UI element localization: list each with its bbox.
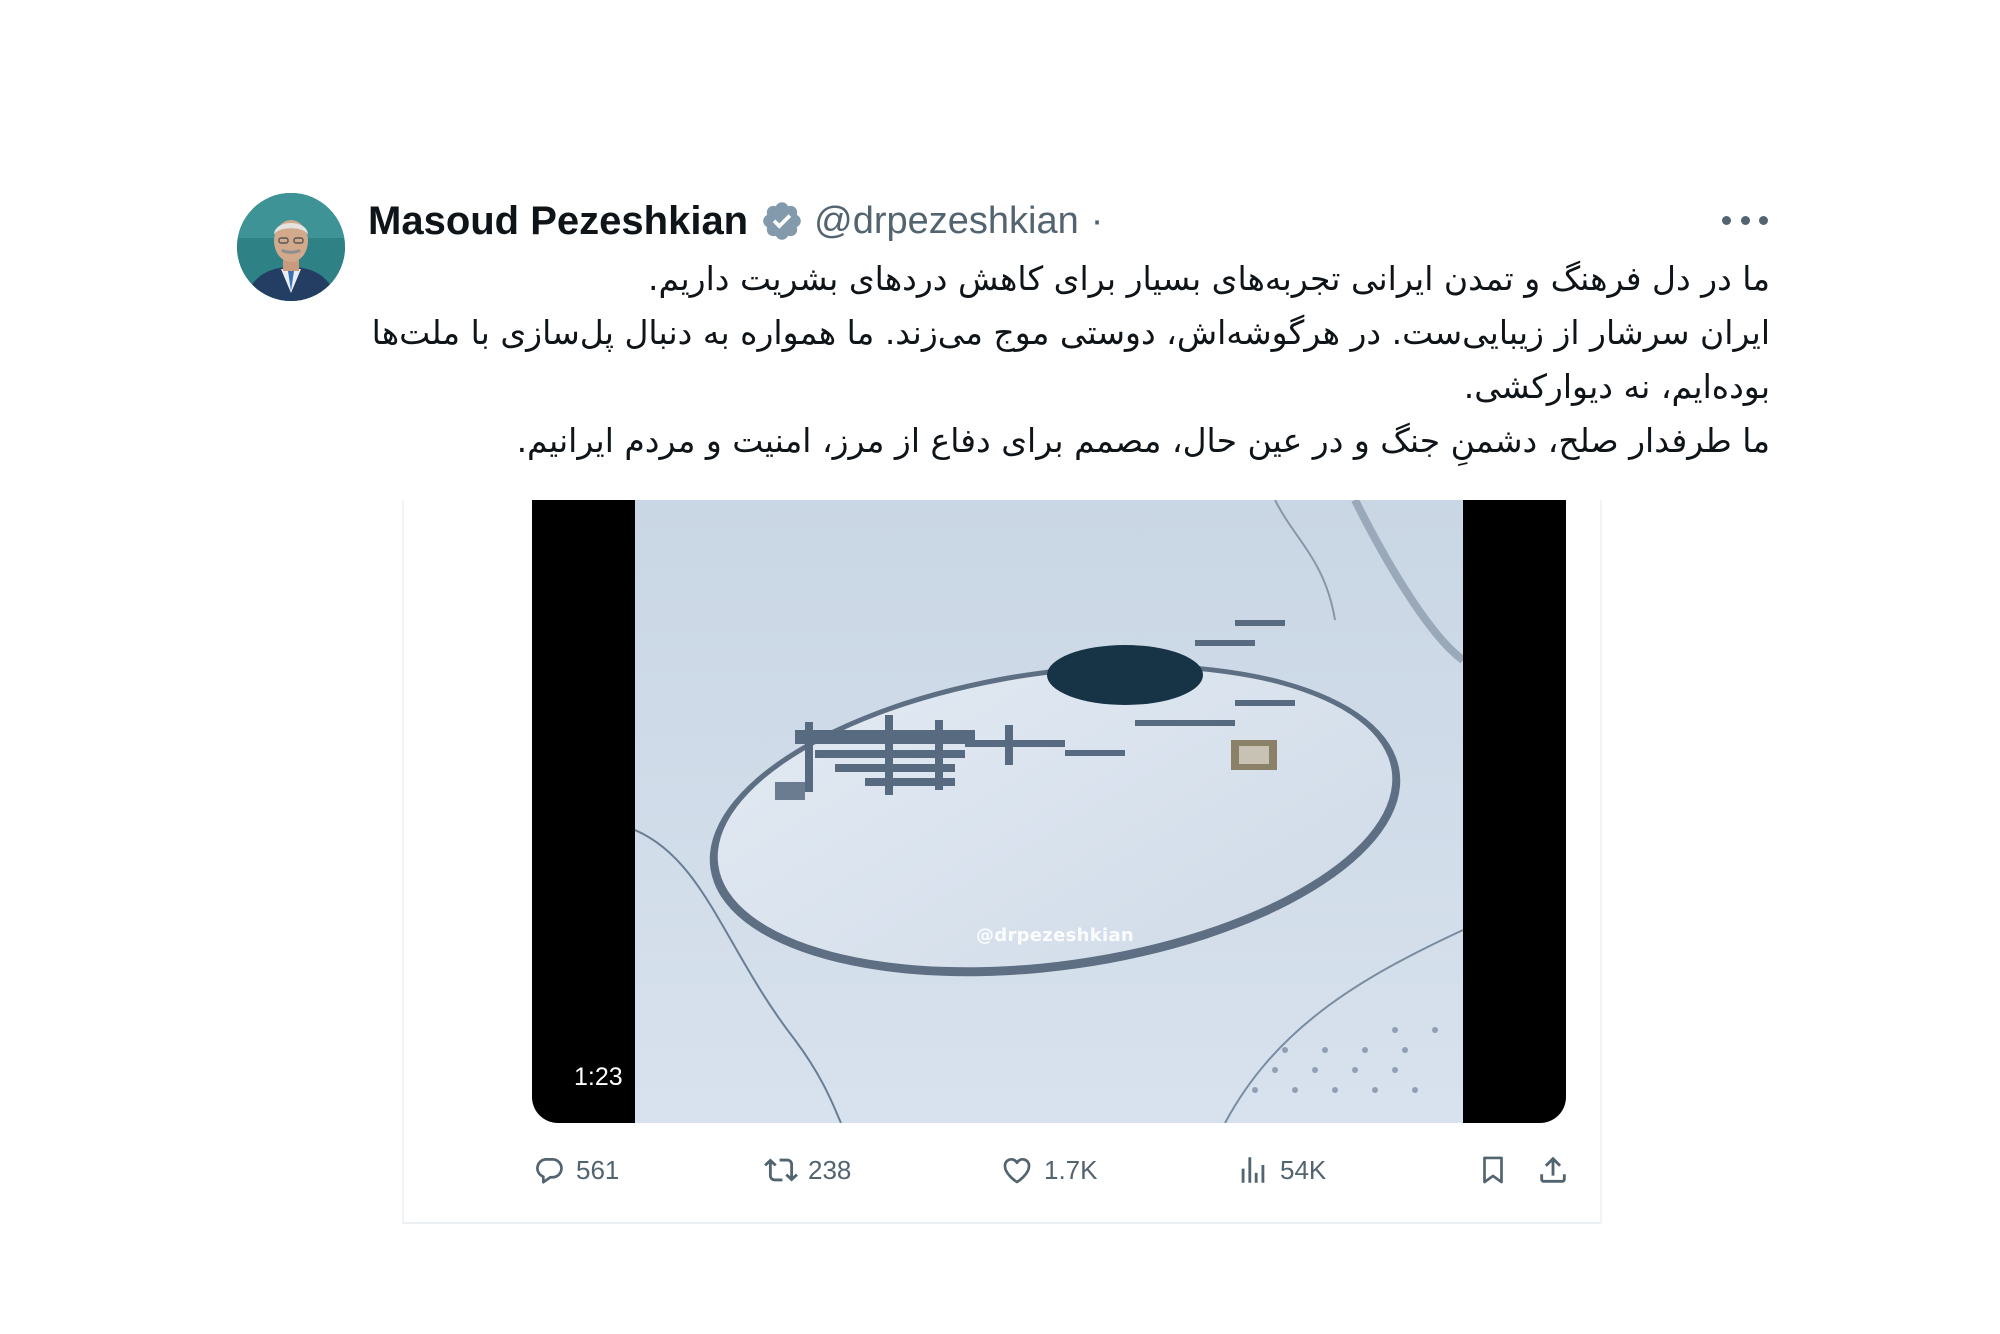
reply-icon (536, 1158, 563, 1184)
reply-count: 561 (576, 1154, 620, 1185)
like-icon (1003, 1157, 1031, 1184)
views-button[interactable]: 54K (1236, 1148, 1326, 1192)
video-watermark: @drpezeshkian (975, 925, 1135, 946)
video-player[interactable]: @drpezeshkian 1:23 (532, 500, 1566, 1123)
repost-button[interactable]: 238 (764, 1148, 851, 1192)
more-dot (1759, 215, 1768, 225)
author-avatar[interactable] (237, 193, 345, 301)
tweet-text: ما در دل فرهنگ و تمدن ایرانی تجربه‌های ب… (370, 252, 1770, 468)
header-separator: · (1090, 199, 1104, 242)
views-count: 54K (1280, 1154, 1327, 1185)
repost-icon (764, 1158, 798, 1182)
more-horizontal-icon[interactable] (1722, 205, 1768, 235)
views-icon (1241, 1157, 1265, 1183)
like-count: 1.7K (1044, 1154, 1098, 1185)
repost-count: 238 (808, 1154, 852, 1185)
tweet-actions: 561 238 1.7K 54K (0, 1148, 2000, 1192)
tweet-header: Masoud Pezeshkian @drpezeshkian · (368, 196, 1103, 246)
bookmark-button[interactable] (1476, 1148, 1510, 1192)
more-dot (1740, 215, 1750, 225)
tweet[interactable]: Masoud Pezeshkian @drpezeshkian · ما در … (0, 0, 2000, 1334)
author-handle[interactable]: @drpezeshkian (814, 200, 1079, 243)
share-button[interactable] (1536, 1148, 1570, 1192)
more-dot (1722, 215, 1731, 225)
tweet-line: ایران سرشار از زیبایی‌ست. در هرگوشه‌اش، … (371, 313, 1770, 406)
author-name[interactable]: Masoud Pezeshkian (368, 199, 748, 244)
reply-button[interactable]: 561 (532, 1148, 619, 1192)
video-duration: 1:23 (562, 1057, 635, 1097)
bookmark-icon (1483, 1156, 1503, 1184)
tweet-line: ما در دل فرهنگ و تمدن ایرانی تجربه‌های ب… (648, 259, 1770, 298)
video-thumbnail[interactable]: @drpezeshkian (635, 500, 1463, 1123)
verified-badge-icon (763, 202, 801, 240)
like-button[interactable]: 1.7K (1000, 1148, 1098, 1192)
avatar-image (237, 193, 345, 301)
share-icon (1540, 1156, 1566, 1183)
snowy-fortress-image (635, 500, 1463, 1123)
tweet-line: ما طرفدار صلح، دشمنِ جنگ و در عین حال، م… (516, 421, 1770, 460)
